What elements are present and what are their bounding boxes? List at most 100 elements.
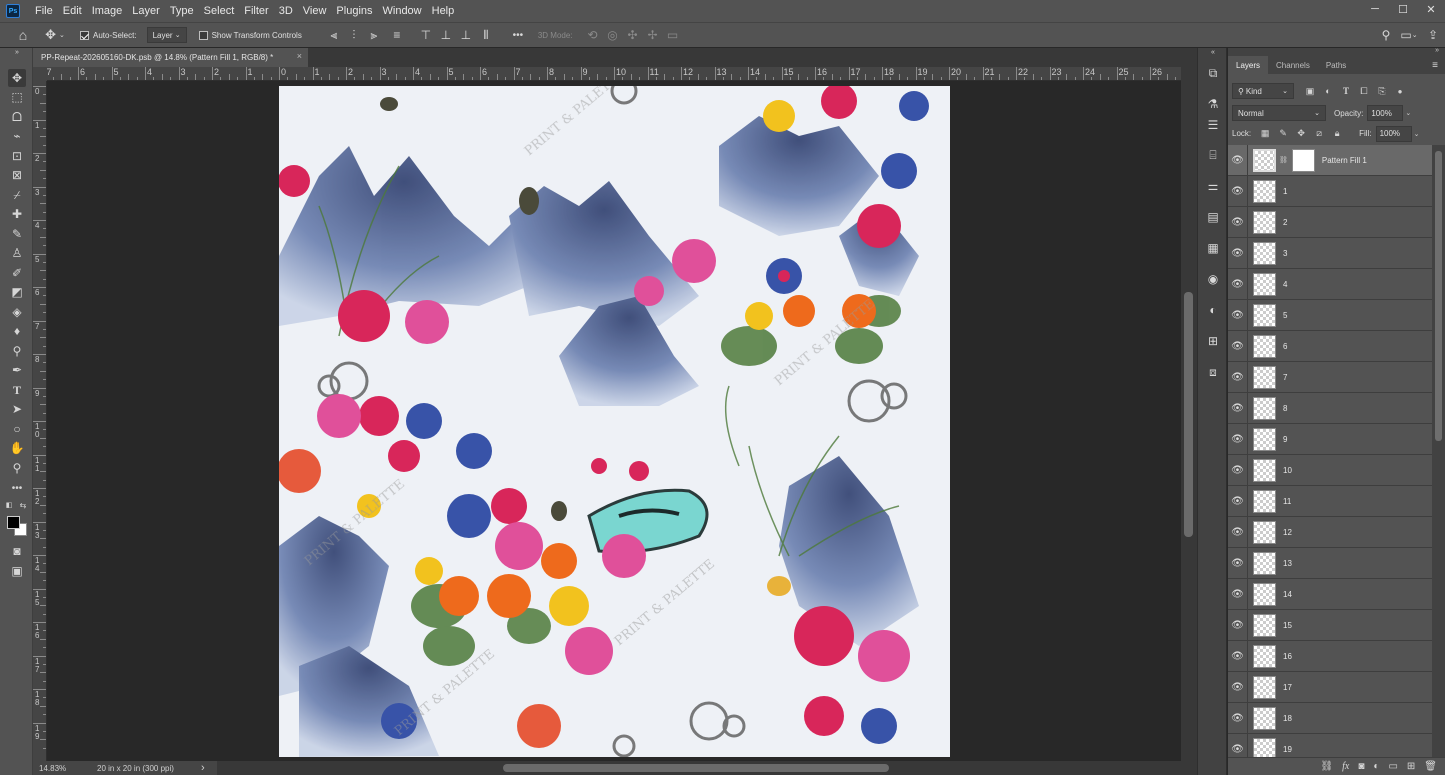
menu-help[interactable]: Help [427, 0, 460, 22]
dodge-tool-icon[interactable]: ⚲ [8, 342, 26, 360]
foreground-color-swatch[interactable] [7, 516, 20, 529]
distribute-horizontal-icon[interactable]: ≡ [384, 25, 410, 45]
workspace-icon[interactable]: ▭ ⌄ [1397, 25, 1421, 45]
layer-row[interactable]: 👁︎ 12 [1228, 516, 1432, 548]
auto-select-checkbox[interactable]: Auto-Select: [80, 30, 137, 40]
3d-roll-icon[interactable]: ◎ [603, 25, 623, 45]
layer-thumbnail[interactable] [1253, 365, 1276, 389]
layer-thumbnail[interactable] [1253, 334, 1276, 358]
align-top-icon[interactable]: ⊤ [416, 25, 436, 45]
delete-layer-icon[interactable]: 🗑︎ [1424, 761, 1437, 772]
align-middle-icon[interactable]: ⊥ [436, 25, 456, 45]
pattern-fill-thumbnail[interactable] [1253, 148, 1276, 172]
filter-shape-icon[interactable]: ⧠ [1358, 85, 1370, 97]
layer-row[interactable]: 👁︎ 1 [1228, 175, 1432, 207]
collapse-panels-icon[interactable]: « [1204, 48, 1222, 56]
home-icon[interactable]: ⌂ [8, 25, 38, 45]
zoom-level[interactable]: 14.83% [39, 764, 97, 773]
edit-toolbar-icon[interactable]: ••• [8, 479, 26, 497]
adjustments-panel-icon[interactable]: ⚌ [1204, 177, 1222, 195]
layer-row[interactable]: 👁︎ 8 [1228, 392, 1432, 424]
layer-thumbnail[interactable] [1253, 303, 1276, 327]
chevron-down-icon[interactable]: ⌄ [1405, 109, 1411, 117]
visibility-eye-icon[interactable]: 👁︎ [1228, 702, 1248, 734]
layer-row[interactable]: 👁︎ 4 [1228, 268, 1432, 300]
layer-mask-thumbnail[interactable] [1291, 148, 1315, 172]
hand-tool-icon[interactable]: ✋ [8, 439, 26, 457]
blur-tool-icon[interactable]: ♦ [8, 322, 26, 340]
layer-row[interactable]: 👁︎ 6 [1228, 330, 1432, 362]
brush-tool-icon[interactable]: ✎ [8, 225, 26, 243]
lock-artboard-icon[interactable]: ⧄ [1313, 128, 1325, 140]
show-transform-check[interactable] [198, 30, 208, 40]
tab-paths[interactable]: Paths [1318, 56, 1354, 74]
menu-file[interactable]: File [30, 0, 58, 22]
visibility-eye-icon[interactable]: 👁︎ [1228, 268, 1248, 300]
layer-thumbnail[interactable] [1253, 706, 1276, 730]
align-bottom-icon[interactable]: ⊥ [456, 25, 476, 45]
lock-position-icon[interactable]: ✥ [1295, 128, 1307, 140]
blend-mode-dropdown[interactable]: Normal ⌄ [1232, 105, 1326, 121]
collapse-toolbar-icon[interactable]: » [8, 48, 26, 56]
visibility-eye-icon[interactable]: 👁︎ [1228, 547, 1248, 579]
type-tool-icon[interactable]: T [8, 381, 26, 399]
close-document-icon[interactable]: × [297, 51, 302, 61]
history-brush-tool-icon[interactable]: ✐ [8, 264, 26, 282]
new-layer-icon[interactable]: ⊞ [1407, 761, 1415, 772]
visibility-eye-icon[interactable]: 👁︎ [1228, 423, 1248, 455]
path-selection-tool-icon[interactable]: ➤ [8, 400, 26, 418]
layer-row[interactable]: 👁︎ 10 [1228, 454, 1432, 486]
layer-row[interactable]: 👁︎ 13 [1228, 547, 1432, 579]
status-menu-arrow[interactable]: › [201, 762, 205, 774]
properties-panel-icon[interactable]: ☰ [1204, 116, 1222, 134]
auto-select-check[interactable] [80, 30, 89, 40]
filter-adjustment-icon[interactable]: ◐ [1322, 85, 1334, 97]
ellipse-tool-icon[interactable]: ○ [8, 420, 26, 438]
layer-thumbnail[interactable] [1253, 179, 1276, 203]
canvas-area[interactable]: PRINT & PALETTE PRINT & PALETTE PRINT & … [47, 82, 1181, 761]
artboard-panel-icon[interactable]: ⧈ [1204, 363, 1222, 381]
vertical-scrollbar[interactable] [1181, 67, 1197, 761]
layer-thumbnail[interactable] [1253, 644, 1276, 668]
layer-thumbnail[interactable] [1253, 737, 1276, 757]
menu-plugins[interactable]: Plugins [331, 0, 377, 22]
layer-style-icon[interactable]: fx [1342, 761, 1349, 772]
lock-transparency-icon[interactable]: ▦ [1259, 128, 1271, 140]
3d-panel-icon[interactable]: ◉ [1204, 270, 1222, 288]
align-center-icon[interactable]: ⫶ [344, 25, 364, 45]
layer-row[interactable]: 👁︎ 19 [1228, 733, 1432, 757]
menu-image[interactable]: Image [87, 0, 128, 22]
layer-row[interactable]: 👁︎ 17 [1228, 671, 1432, 703]
filter-type-icon[interactable]: T [1340, 85, 1352, 97]
layer-thumbnail[interactable] [1253, 520, 1276, 544]
visibility-eye-icon[interactable]: 👁︎ [1228, 392, 1248, 424]
layer-row[interactable]: 👁︎ 3 [1228, 237, 1432, 269]
default-colors-icon[interactable]: ◧ [4, 500, 14, 510]
link-layers-icon[interactable]: ⛓︎ [1320, 761, 1333, 772]
paragraph-panel-icon[interactable]: ⊞ [1204, 332, 1222, 350]
color-panel-icon[interactable]: ◐ [1204, 301, 1222, 319]
marquee-tool-icon[interactable]: ⬚ [8, 88, 26, 106]
object-selection-tool-icon[interactable]: ⌁ [8, 127, 26, 145]
add-mask-icon[interactable]: ◙ [1358, 761, 1364, 772]
filter-toggle-icon[interactable]: ● [1394, 85, 1406, 97]
share-icon[interactable]: ⇪ [1421, 25, 1445, 45]
menu-view[interactable]: View [298, 0, 332, 22]
lasso-tool-icon[interactable]: ᗝ [8, 108, 26, 126]
layer-thumbnail[interactable] [1253, 489, 1276, 513]
tab-layers[interactable]: Layers [1228, 56, 1269, 74]
visibility-eye-icon[interactable]: 👁︎ [1228, 237, 1248, 269]
eyedropper-tool-icon[interactable]: ⌿ [8, 186, 26, 204]
layer-row[interactable]: 👁︎ 5 [1228, 299, 1432, 331]
layer-thumbnail[interactable] [1253, 582, 1276, 606]
3d-orbit-icon[interactable]: ⟲ [583, 25, 603, 45]
eraser-tool-icon[interactable]: ◩ [8, 283, 26, 301]
move-tool-preset-icon[interactable]: ✥ ⌄ [40, 25, 70, 45]
visibility-eye-icon[interactable]: 👁︎ [1228, 330, 1248, 362]
adjustment-layer-icon[interactable]: ◐ [1373, 761, 1379, 772]
pen-tool-icon[interactable]: ✒ [8, 361, 26, 379]
more-options-icon[interactable]: ••• [508, 25, 528, 45]
visibility-eye-icon[interactable]: 👁︎ [1228, 454, 1248, 486]
document-tab[interactable]: PP-Repeat-202605160-DK.psb @ 14.8% (Patt… [33, 48, 308, 67]
visibility-eye-icon[interactable]: 👁︎ [1228, 175, 1248, 207]
